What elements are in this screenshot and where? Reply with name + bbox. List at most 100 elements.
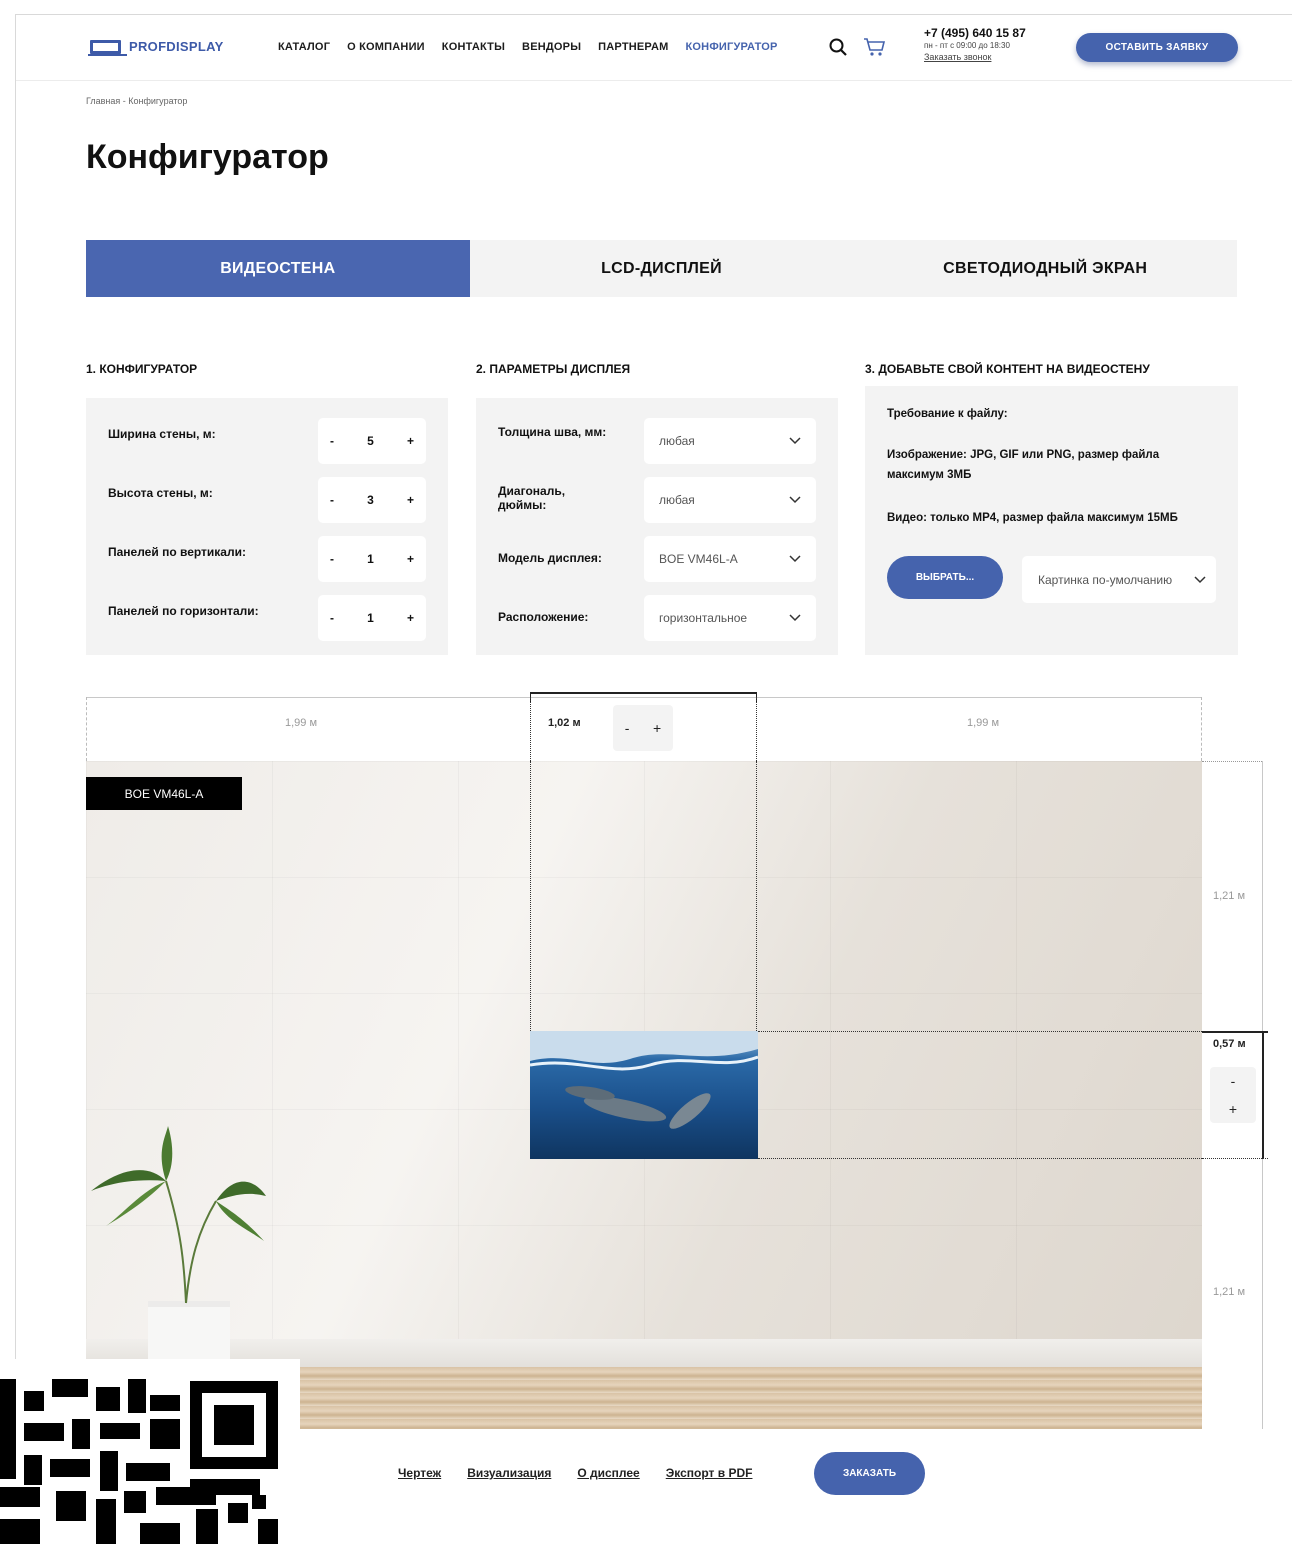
logo[interactable]: PROFDISPLAY — [88, 39, 224, 56]
display-height-plus[interactable]: + — [1229, 1101, 1237, 1117]
display-height-stepper: - + — [1210, 1067, 1256, 1123]
model-row: Модель дисплея: BOE VM46L-A — [476, 536, 838, 582]
nav-catalog[interactable]: КАТАЛОГ — [278, 41, 330, 53]
model-select[interactable]: BOE VM46L-A — [644, 536, 816, 582]
wall-height-row: Высота стены, м: - 3 + — [86, 477, 448, 523]
site-header: PROFDISPLAY КАТАЛОГ О КОМПАНИИ КОНТАКТЫ … — [16, 15, 1292, 81]
panels-vertical-minus[interactable]: - — [330, 552, 334, 566]
main-nav: КАТАЛОГ О КОМПАНИИ КОНТАКТЫ ВЕНДОРЫ ПАРТ… — [278, 41, 778, 53]
seam-row: Толщина шва, мм: любая — [476, 418, 838, 464]
seam-select-value: любая — [659, 434, 695, 448]
link-visualization[interactable]: Визуализация — [467, 1466, 551, 1480]
guide-left-upper — [530, 697, 531, 761]
panels-horizontal-value[interactable]: 1 — [367, 611, 374, 625]
link-about-display[interactable]: О дисплее — [577, 1466, 639, 1480]
work-hours: пн - пт с 09:00 до 18:30 — [924, 41, 1010, 51]
panels-horizontal-label: Панелей по горизонтали: — [108, 604, 259, 618]
panels-vertical-row: Панелей по вертикали: - 1 + — [86, 536, 448, 582]
display-height-dim: 0,57 м — [1213, 1038, 1246, 1050]
request-button[interactable]: ОСТАВИТЬ ЗАЯВКУ — [1076, 33, 1238, 62]
top-height-dim: 1,21 м — [1213, 890, 1246, 902]
seam-select[interactable]: любая — [644, 418, 816, 464]
choose-file-button[interactable]: ВЫБРАТЬ... — [887, 556, 1003, 599]
wall-height-minus[interactable]: - — [330, 493, 334, 507]
orientation-select[interactable]: горизонтальное — [644, 595, 816, 641]
dolphins-image — [530, 1031, 758, 1159]
tab-videowall[interactable]: ВИДЕОСТЕНА — [86, 240, 470, 297]
display-preview — [530, 1031, 758, 1159]
phone-number[interactable]: +7 (495) 640 15 87 — [924, 26, 1026, 40]
nav-about[interactable]: О КОМПАНИИ — [347, 41, 425, 53]
guide-left — [530, 761, 531, 1031]
display-width-plus[interactable]: + — [653, 720, 661, 736]
display-width-dim: 1,02 м — [548, 717, 581, 729]
diagonal-select[interactable]: любая — [644, 477, 816, 523]
picture-select[interactable]: Картинка по-умолчанию — [1022, 556, 1216, 603]
panels-vertical-value[interactable]: 1 — [367, 552, 374, 566]
guide-bottom — [758, 1158, 1202, 1159]
wall-width-plus[interactable]: + — [407, 434, 414, 448]
tab-led-screen[interactable]: СВЕТОДИОДНЫЙ ЭКРАН — [853, 240, 1237, 297]
panels-horizontal-plus[interactable]: + — [407, 611, 414, 625]
panels-horizontal-stepper: - 1 + — [318, 595, 426, 641]
display-width-bracket — [530, 692, 757, 694]
guide-right-upper — [756, 697, 757, 761]
wall-width-minus[interactable]: - — [330, 434, 334, 448]
search-icon[interactable] — [828, 37, 848, 57]
chevron-down-icon — [1194, 575, 1206, 583]
right-width-dim: 1,99 м — [967, 717, 1000, 729]
wall-height-label: Высота стены, м: — [108, 486, 213, 500]
wall-width-label: Ширина стены, м: — [108, 427, 216, 441]
order-button[interactable]: ЗАКАЗАТЬ — [814, 1452, 925, 1495]
section-configurator-title: 1. КОНФИГУРАТОР — [86, 362, 198, 376]
chevron-down-icon — [789, 555, 801, 563]
nav-vendors[interactable]: ВЕНДОРЫ — [522, 41, 581, 53]
wall-height-plus[interactable]: + — [407, 493, 414, 507]
measure-line — [87, 697, 1201, 698]
section-display-params-title: 2. ПАРАМЕТРЫ ДИСПЛЕЯ — [476, 362, 631, 376]
wall-top-guide — [1202, 761, 1262, 762]
wall-width-row: Ширина стены, м: - 5 + — [86, 418, 448, 464]
nav-configurator[interactable]: КОНФИГУРАТОР — [686, 41, 778, 53]
guide-right — [756, 761, 757, 1031]
wall-height-value[interactable]: 3 — [367, 493, 374, 507]
display-height-minus[interactable]: - — [1231, 1073, 1236, 1089]
bottom-height-dim: 1,21 м — [1213, 1286, 1246, 1298]
panels-horizontal-row: Панелей по горизонтали: - 1 + — [86, 595, 448, 641]
wall-height-stepper: - 3 + — [318, 477, 426, 523]
link-drawing[interactable]: Чертеж — [398, 1466, 441, 1480]
nav-contacts[interactable]: КОНТАКТЫ — [442, 41, 505, 53]
wall-visualization: BOE VM46L-A — [86, 761, 1202, 1429]
image-requirement: Изображение: JPG, GIF или PNG, размер фа… — [887, 449, 1160, 482]
logo-display-icon — [88, 39, 127, 56]
orientation-label: Расположение: — [498, 610, 589, 624]
breadcrumb[interactable]: Главная - Конфигуратор — [86, 96, 187, 106]
configurator-panel: Ширина стены, м: - 5 + Высота стены, м: … — [86, 398, 448, 655]
content-panel: Требование к файлу: Изображение: JPG, GI… — [865, 386, 1238, 655]
nav-partners[interactable]: ПАРТНЕРАМ — [598, 41, 668, 53]
chevron-down-icon — [789, 614, 801, 622]
wall-width-stepper: - 5 + — [318, 418, 426, 464]
section-content-title: 3. ДОБАВЬТЕ СВОЙ КОНТЕНТ НА ВИДЕОСТЕНУ — [865, 362, 1150, 376]
wall-width-value[interactable]: 5 — [367, 434, 374, 448]
orientation-select-value: горизонтальное — [659, 611, 748, 625]
callback-link[interactable]: Заказать звонок — [924, 52, 1026, 63]
diagonal-row: Диагональ, дюймы: любая — [476, 477, 838, 523]
display-width-stepper: - + — [613, 705, 673, 751]
display-width-minus[interactable]: - — [625, 720, 630, 736]
guide-top — [758, 1031, 1202, 1032]
contact-block: +7 (495) 640 15 87 пн - пт с 09:00 до 18… — [924, 26, 1026, 63]
panels-horizontal-minus[interactable]: - — [330, 611, 334, 625]
cart-icon[interactable] — [863, 37, 887, 57]
tab-lcd-display[interactable]: LCD-ДИСПЛЕЙ — [470, 240, 854, 297]
model-tag: BOE VM46L-A — [86, 777, 242, 810]
display-height-bracket — [1262, 1031, 1264, 1159]
seam-label: Толщина шва, мм: — [498, 425, 607, 439]
vertical-measure: 1,21 м 0,57 м - + 1,21 м — [1202, 761, 1268, 1429]
display-params-panel: Толщина шва, мм: любая Диагональ, дюймы:… — [476, 398, 838, 655]
link-export-pdf[interactable]: Экспорт в PDF — [666, 1466, 753, 1480]
orientation-row: Расположение: горизонтальное — [476, 595, 838, 641]
panels-vertical-plus[interactable]: + — [407, 552, 414, 566]
video-requirement: Видео: только MP4, размер файла максимум… — [887, 512, 1178, 524]
panels-vertical-label: Панелей по вертикали: — [108, 545, 246, 559]
